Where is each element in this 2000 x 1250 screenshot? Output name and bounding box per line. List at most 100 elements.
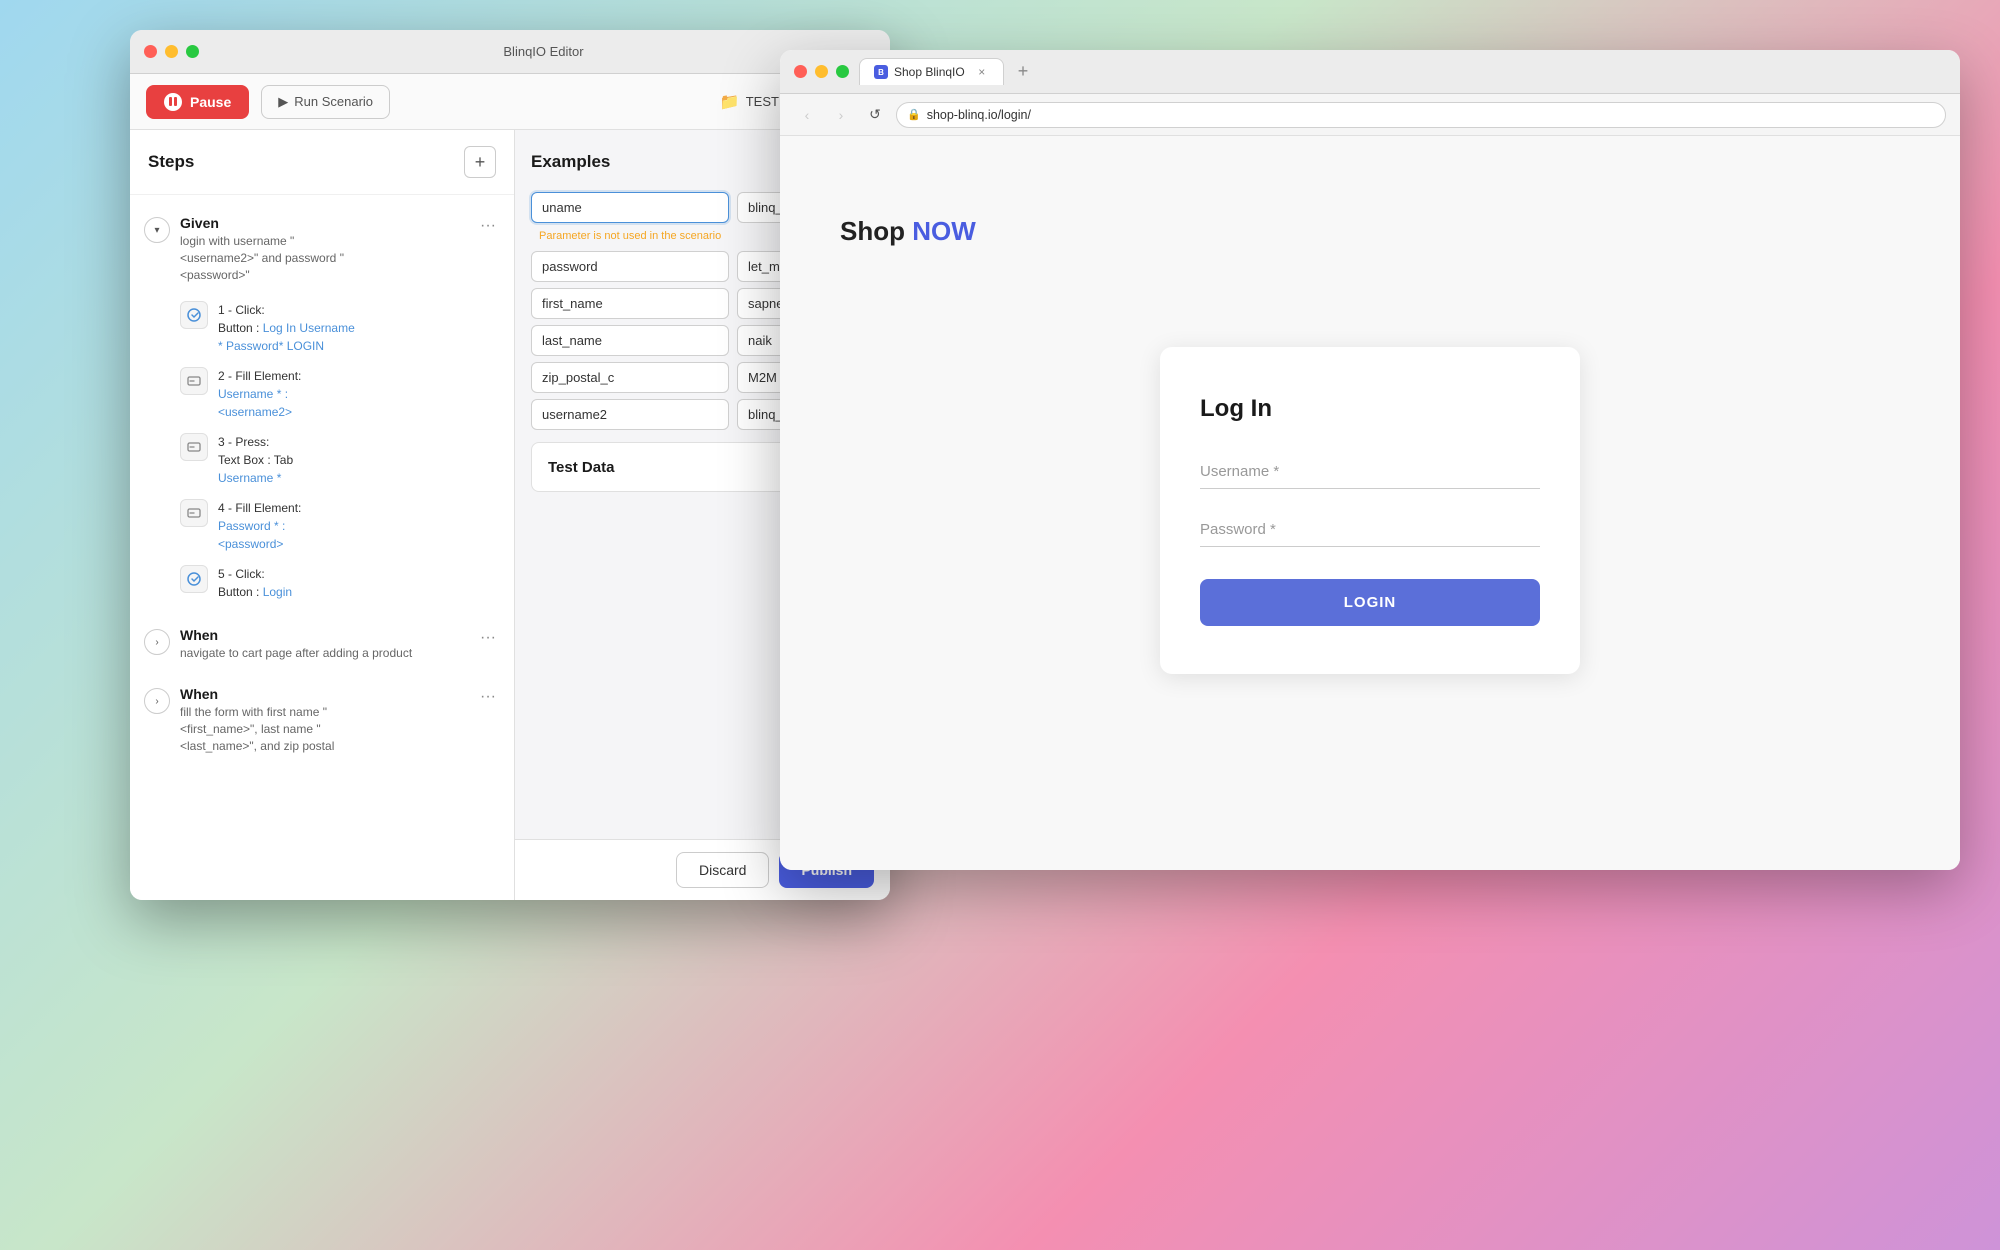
nav-refresh-button[interactable]: ↺: [862, 102, 888, 128]
editor-titlebar: BlinqIO Editor: [130, 30, 890, 74]
when2-chevron[interactable]: ›: [144, 688, 170, 714]
substep-4-link: Password * :: [218, 519, 285, 533]
when2-more-button[interactable]: ···: [476, 686, 500, 708]
when-group-2: › When fill the form with first name "<f…: [130, 678, 514, 762]
shop-text: Shop: [840, 216, 912, 246]
steps-header: Steps +: [130, 130, 514, 195]
when2-description: fill the form with first name "<first_na…: [180, 704, 466, 754]
browser-window: B Shop BlinqIO × + ‹ › ↺ 🔒 shop-blinq.io…: [780, 50, 1960, 870]
example-cell-5-1[interactable]: [531, 362, 729, 393]
substep-5-link: Login: [263, 585, 292, 599]
given-more-button[interactable]: ···: [476, 215, 500, 237]
username-field: [1200, 455, 1540, 489]
example-cell-4-1[interactable]: [531, 325, 729, 356]
given-group: ▾ Given login with username "<username2>…: [130, 207, 514, 611]
when1-chevron[interactable]: ›: [144, 629, 170, 655]
when-group-2-header: › When fill the form with first name "<f…: [130, 678, 514, 762]
substep-3: 3 - Press: Text Box : Tab Username *: [180, 427, 500, 493]
minimize-traffic-light[interactable]: [165, 45, 178, 58]
editor-window: BlinqIO Editor Pause ▶ Run Scenario 📁 TE…: [130, 30, 890, 900]
login-card-container: Log In LOGIN: [840, 287, 1900, 674]
when-group-1-header: › When navigate to cart page after addin…: [130, 619, 514, 670]
substep-3-icon: [180, 433, 208, 461]
traffic-lights: [144, 45, 199, 58]
substep-3-text: 3 - Press: Text Box : Tab Username *: [218, 433, 293, 487]
password-field: [1200, 513, 1540, 547]
substep-5-text: 5 - Click: Button : Login: [218, 565, 292, 601]
browser-close-light[interactable]: [794, 65, 807, 78]
password-input[interactable]: [1200, 513, 1540, 547]
browser-page: Shop NOW Log In LOGIN: [780, 216, 1960, 674]
example-cell-1-1[interactable]: [531, 192, 729, 223]
login-title: Log In: [1200, 395, 1540, 423]
when1-group-content: When navigate to cart page after adding …: [180, 627, 466, 662]
substep-4-text: 4 - Fill Element: Password * : <password…: [218, 499, 301, 553]
tab-label: Shop BlinqIO: [894, 65, 965, 79]
example-cell-6-1[interactable]: [531, 399, 729, 430]
folder-icon: 📁: [720, 92, 740, 112]
when2-label: When: [180, 686, 466, 702]
substep-1-link[interactable]: Log In Username: [263, 321, 355, 335]
substep-4: 4 - Fill Element: Password * : <password…: [180, 493, 500, 559]
substep-1: 1 - Click: Button : Log In Username * Pa…: [180, 295, 500, 361]
browser-tab-active[interactable]: B Shop BlinqIO ×: [859, 58, 1004, 85]
back-button[interactable]: ‹: [794, 102, 820, 128]
close-traffic-light[interactable]: [144, 45, 157, 58]
given-chevron[interactable]: ▾: [144, 217, 170, 243]
address-bar[interactable]: 🔒 shop-blinq.io/login/: [896, 102, 1946, 128]
browser-nav: ‹ › ↺ 🔒 shop-blinq.io/login/: [780, 94, 1960, 136]
tab-close-button[interactable]: ×: [975, 65, 989, 79]
substep-1-extra2: LOGIN: [287, 339, 324, 353]
given-description: login with username "<username2>" and pa…: [180, 233, 466, 283]
fullscreen-traffic-light[interactable]: [186, 45, 199, 58]
when1-label: When: [180, 627, 466, 643]
steps-title: Steps: [148, 152, 194, 172]
steps-list: ▾ Given login with username "<username2>…: [130, 195, 514, 900]
pause-button[interactable]: Pause: [146, 85, 249, 119]
browser-traffic-lights: [794, 65, 849, 78]
given-substeps: 1 - Click: Button : Log In Username * Pa…: [130, 291, 514, 611]
browser-content: Shop NOW Log In LOGIN: [780, 136, 1960, 870]
substep-4-value: <password>: [218, 537, 283, 551]
substep-1-text: 1 - Click: Button : Log In Username * Pa…: [218, 301, 355, 355]
when-group-1: › When navigate to cart page after addin…: [130, 619, 514, 670]
given-group-content: Given login with username "<username2>" …: [180, 215, 466, 283]
substep-1-extra: * Password*: [218, 339, 283, 353]
run-scenario-button[interactable]: ▶ Run Scenario: [261, 85, 390, 119]
examples-title: Examples: [531, 152, 610, 172]
when1-description: navigate to cart page after adding a pro…: [180, 645, 466, 662]
browser-titlebar: B Shop BlinqIO × +: [780, 50, 1960, 94]
when1-more-button[interactable]: ···: [476, 627, 500, 649]
pause-icon: [164, 93, 182, 111]
username-input[interactable]: [1200, 455, 1540, 489]
test-data-title: Test Data: [548, 459, 614, 476]
play-icon: ▶: [278, 94, 288, 110]
login-button[interactable]: LOGIN: [1200, 579, 1540, 626]
given-group-header: ▾ Given login with username "<username2>…: [130, 207, 514, 291]
browser-fullscreen-light[interactable]: [836, 65, 849, 78]
address-text: shop-blinq.io/login/: [927, 108, 1031, 122]
pause-bars-icon: [169, 97, 177, 106]
when2-group-content: When fill the form with first name "<fir…: [180, 686, 466, 754]
substep-2-text: 2 - Fill Element: Username * : <username…: [218, 367, 301, 421]
add-step-button[interactable]: +: [464, 146, 496, 178]
substep-2: 2 - Fill Element: Username * : <username…: [180, 361, 500, 427]
example-cell-3-1[interactable]: [531, 288, 729, 319]
new-tab-button[interactable]: +: [1012, 61, 1035, 82]
editor-toolbar: Pause ▶ Run Scenario 📁 TEST ▾ ↺ ⊟: [130, 74, 890, 130]
example-cell-2-1[interactable]: [531, 251, 729, 282]
lock-icon: 🔒: [907, 108, 921, 121]
substep-5-icon: [180, 565, 208, 593]
substep-2-link: Username * :: [218, 387, 288, 401]
discard-button[interactable]: Discard: [676, 852, 769, 888]
substep-1-icon: [180, 301, 208, 329]
shop-now-text: NOW: [912, 216, 976, 246]
run-label: Run Scenario: [294, 94, 373, 109]
login-card: Log In LOGIN: [1160, 347, 1580, 674]
browser-minimize-light[interactable]: [815, 65, 828, 78]
forward-button[interactable]: ›: [828, 102, 854, 128]
substep-2-icon: [180, 367, 208, 395]
editor-window-title: BlinqIO Editor: [211, 44, 876, 59]
substep-2-value: <username2>: [218, 405, 292, 419]
pause-label: Pause: [190, 94, 231, 110]
